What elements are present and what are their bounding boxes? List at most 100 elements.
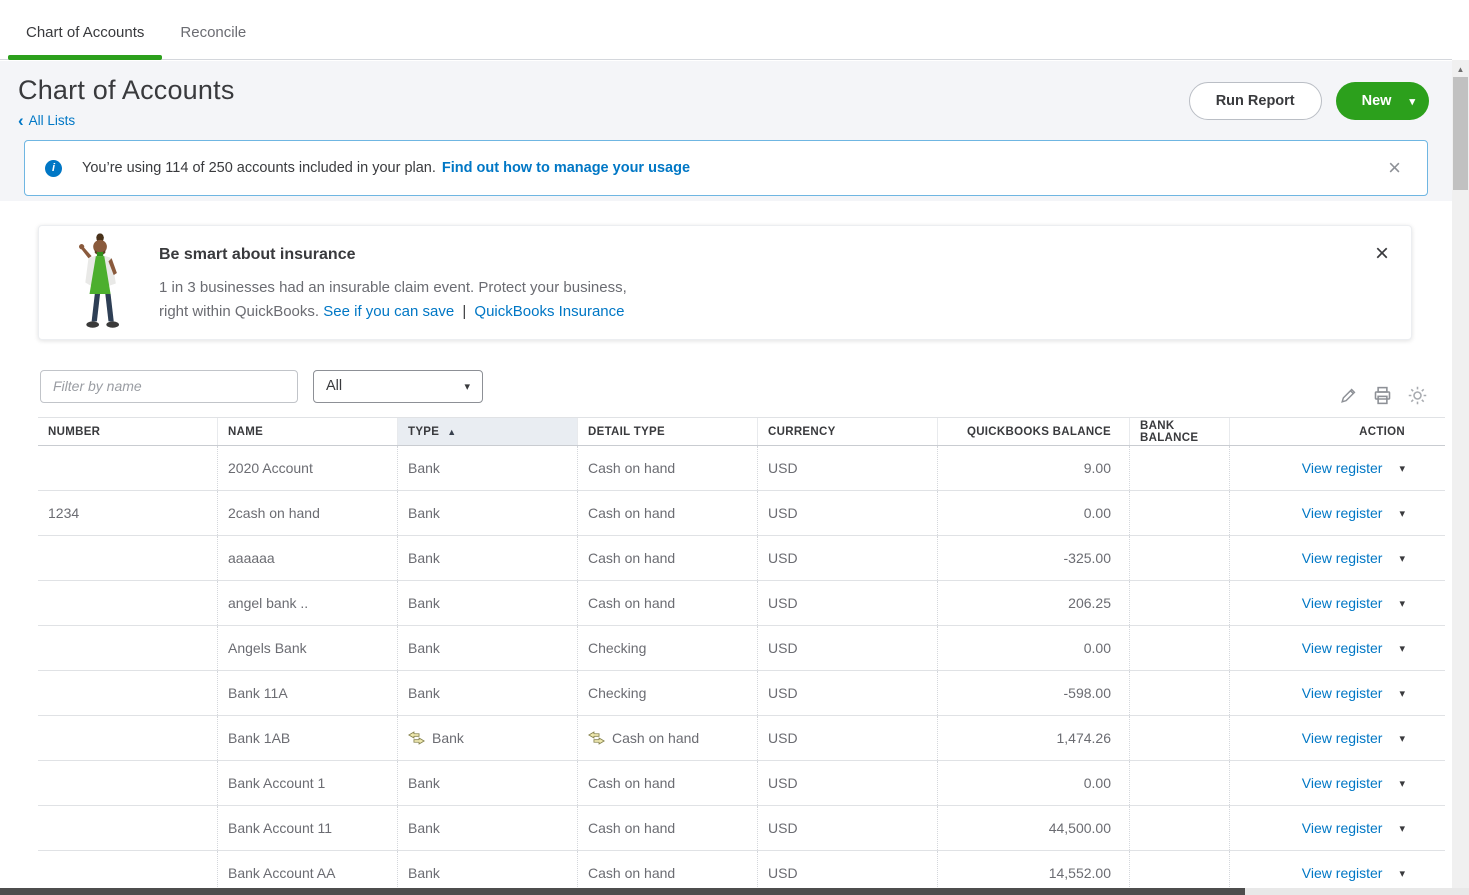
row-action-caret-icon[interactable]: ▾	[1399, 687, 1405, 700]
currency: USD	[768, 550, 798, 566]
back-link-label: All Lists	[29, 113, 76, 128]
column-header-action: ACTION	[1230, 418, 1445, 445]
column-header-quickbooks-balance[interactable]: QUICKBOOKS BALANCE	[938, 418, 1130, 445]
table-row[interactable]: Bank Account 11 Bank Cash on ha	[38, 806, 1445, 851]
view-register-link[interactable]: View register	[1302, 505, 1383, 521]
usage-close-icon[interactable]: ×	[1382, 155, 1407, 181]
row-action-caret-icon[interactable]: ▾	[1399, 552, 1405, 565]
view-register-link[interactable]: View register	[1302, 865, 1383, 881]
account-name: aaaaaa	[228, 550, 275, 566]
tab-label: Reconcile	[180, 24, 246, 41]
row-action-caret-icon[interactable]: ▾	[1399, 462, 1405, 475]
account-name: Bank Account AA	[228, 865, 335, 881]
type-filter-value: All	[326, 378, 342, 394]
view-register-link[interactable]: View register	[1302, 640, 1383, 656]
detail-type: Cash on hand	[588, 820, 675, 836]
view-register-link[interactable]: View register	[1302, 595, 1383, 611]
horizontal-scrollbar-thumb[interactable]	[0, 888, 1245, 895]
detail-type: Cash on hand	[588, 460, 675, 476]
row-action-caret-icon[interactable]: ▾	[1399, 507, 1405, 520]
currency: USD	[768, 820, 798, 836]
row-action-caret-icon[interactable]: ▾	[1399, 777, 1405, 790]
account-name: 2020 Account	[228, 460, 313, 476]
account-type: Bank	[408, 595, 440, 611]
detail-type: Cash on hand	[612, 730, 699, 746]
sort-ascending-icon: ▲	[447, 427, 456, 437]
account-name: angel bank ..	[228, 595, 308, 611]
table-row[interactable]: aaaaaa Bank Cash on hand	[38, 536, 1445, 581]
currency: USD	[768, 640, 798, 656]
column-header-detail-type[interactable]: DETAIL TYPE	[578, 418, 758, 445]
account-type: Bank	[408, 505, 440, 521]
view-register-link[interactable]: View register	[1302, 550, 1383, 566]
print-icon[interactable]	[1372, 385, 1393, 406]
page-title: Chart of Accounts	[18, 75, 235, 106]
detail-type: Cash on hand	[588, 865, 675, 881]
view-register-link[interactable]: View register	[1302, 730, 1383, 746]
account-type: Bank	[408, 865, 440, 881]
see-if-you-can-save-link[interactable]: See if you can save	[323, 303, 454, 320]
settings-gear-icon[interactable]	[1407, 385, 1428, 406]
table-row[interactable]: 2020 Account Bank Cash on hand	[38, 446, 1445, 491]
detail-type: Cash on hand	[588, 595, 675, 611]
quickbooks-balance: 44,500.00	[1049, 820, 1111, 836]
table-row[interactable]: Bank Account 1 Bank Cash on han	[38, 761, 1445, 806]
table-row[interactable]: 1234 2cash on hand Bank C	[38, 491, 1445, 536]
back-chevron-icon: ‹	[18, 112, 24, 129]
currency: USD	[768, 775, 798, 791]
currency: USD	[768, 865, 798, 881]
vertical-scrollbar[interactable]: ▲	[1452, 60, 1469, 888]
usage-alert-banner: i You’re using 114 of 250 accounts inclu…	[24, 140, 1428, 196]
currency: USD	[768, 460, 798, 476]
run-report-button[interactable]: Run Report	[1189, 82, 1322, 120]
insurance-body-line1: 1 in 3 businesses had an insurable claim…	[159, 279, 627, 296]
view-register-link[interactable]: View register	[1302, 685, 1383, 701]
insurance-body-line2: right within QuickBooks.	[159, 303, 319, 320]
insurance-close-icon[interactable]: ×	[1375, 226, 1411, 339]
manage-usage-link[interactable]: Find out how to manage your usage	[442, 160, 690, 176]
scroll-up-icon[interactable]: ▲	[1452, 60, 1469, 74]
exchange-arrows-icon	[588, 731, 605, 745]
table-row[interactable]: angel bank .. Bank Cash on hand	[38, 581, 1445, 626]
currency: USD	[768, 685, 798, 701]
row-action-caret-icon[interactable]: ▾	[1399, 867, 1405, 880]
quickbooks-balance: 1,474.26	[1057, 730, 1112, 746]
accounts-table: NUMBER NAME TYPE ▲ DETAIL TYPE CURRENCY …	[38, 417, 1445, 895]
row-action-caret-icon[interactable]: ▾	[1399, 822, 1405, 835]
new-dropdown-caret-icon[interactable]: ▾	[1409, 95, 1415, 108]
link-separator: |	[462, 303, 466, 320]
view-register-link[interactable]: View register	[1302, 460, 1383, 476]
filter-by-name-input[interactable]	[40, 370, 298, 403]
tab-chart-of-accounts[interactable]: Chart of Accounts	[8, 24, 162, 59]
quickbooks-insurance-link[interactable]: QuickBooks Insurance	[474, 303, 624, 320]
account-name: Bank Account 1	[228, 775, 325, 791]
table-row[interactable]: Angels Bank Bank Checking	[38, 626, 1445, 671]
account-type: Bank	[432, 730, 464, 746]
column-header-name[interactable]: NAME	[218, 418, 398, 445]
tab-reconcile[interactable]: Reconcile	[162, 24, 264, 59]
horizontal-scrollbar[interactable]	[0, 888, 1452, 895]
table-row[interactable]: Bank 1AB Bank Cash on hand	[38, 716, 1445, 761]
vertical-scrollbar-thumb[interactable]	[1453, 77, 1468, 190]
account-name: Bank 11A	[228, 685, 288, 701]
view-register-link[interactable]: View register	[1302, 775, 1383, 791]
column-header-bank-balance[interactable]: BANK BALANCE	[1130, 418, 1230, 445]
row-action-caret-icon[interactable]: ▾	[1399, 597, 1405, 610]
account-type: Bank	[408, 775, 440, 791]
table-row[interactable]: Bank 11A Bank Checking	[38, 671, 1445, 716]
all-lists-back-link[interactable]: ‹ All Lists	[18, 112, 235, 129]
new-button-label: New	[1362, 93, 1392, 109]
exchange-arrows-icon	[408, 731, 425, 745]
view-register-link[interactable]: View register	[1302, 820, 1383, 836]
row-action-caret-icon[interactable]: ▾	[1399, 732, 1405, 745]
column-header-number[interactable]: NUMBER	[38, 418, 218, 445]
edit-pencil-icon[interactable]	[1339, 386, 1358, 405]
column-header-type[interactable]: TYPE ▲	[398, 418, 578, 445]
new-button[interactable]: New ▾	[1336, 82, 1429, 120]
account-name: Angels Bank	[228, 640, 307, 656]
quickbooks-balance: 14,552.00	[1049, 865, 1111, 881]
row-action-caret-icon[interactable]: ▾	[1399, 642, 1405, 655]
account-type-filter-dropdown[interactable]: All ▾	[313, 370, 483, 403]
currency: USD	[768, 730, 798, 746]
column-header-currency[interactable]: CURRENCY	[758, 418, 938, 445]
